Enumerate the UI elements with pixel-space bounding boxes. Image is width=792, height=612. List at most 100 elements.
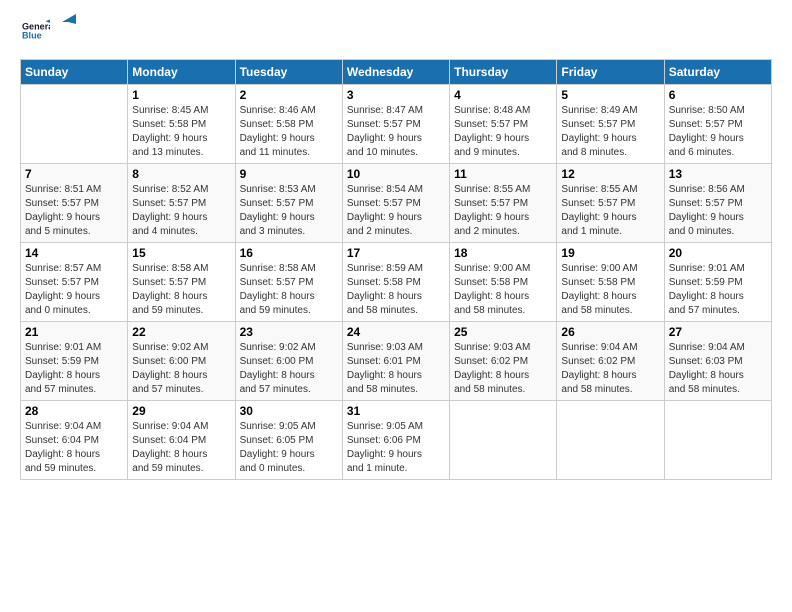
- calendar-cell: 14Sunrise: 8:57 AM Sunset: 5:57 PM Dayli…: [21, 243, 128, 322]
- calendar-week-row: 14Sunrise: 8:57 AM Sunset: 5:57 PM Dayli…: [21, 243, 772, 322]
- calendar-cell: 21 Sunrise: 9:01 AM Sunset: 5:59 PM Dayli…: [21, 322, 128, 401]
- day-number: 31: [347, 404, 445, 418]
- day-info: Sunrise: 9:04 AM Sunset: 6:04 PM Dayligh…: [25, 420, 123, 476]
- day-number: 11: [454, 167, 552, 181]
- day-info: Sunrise: 9:04 AM Sunset: 6:04 PM Dayligh…: [132, 420, 230, 476]
- day-number: 1: [132, 88, 230, 102]
- calendar-cell: 6 Sunrise: 8:50 AM Sunset: 5:57 PM Daylig…: [664, 85, 771, 164]
- day-info: Sunrise: 8:50 AM Sunset: 5:57 PM Dayligh…: [669, 104, 767, 160]
- day-info: Sunrise: 8:58 AM Sunset: 5:57 PM Dayligh…: [132, 262, 230, 318]
- calendar-cell: 10 Sunrise: 8:54 AM Sunset: 5:57 PM Dayli…: [342, 164, 449, 243]
- calendar-cell: 15 Sunrise: 8:58 AM Sunset: 5:57 PM Dayli…: [128, 243, 235, 322]
- logo-icon: General Blue: [22, 16, 50, 44]
- day-number: 9: [240, 167, 338, 181]
- header: General Blue: [20, 16, 772, 49]
- day-number: 3: [347, 88, 445, 102]
- calendar-cell: [21, 85, 128, 164]
- calendar-cell: [450, 401, 557, 480]
- day-number: 21: [25, 325, 123, 339]
- day-info: Sunrise: 9:03 AM Sunset: 6:02 PM Dayligh…: [454, 341, 552, 397]
- calendar-cell: 16Sunrise: 8:58 AM Sunset: 5:57 PM Dayli…: [235, 243, 342, 322]
- calendar-cell: 7 Sunrise: 8:51 AM Sunset: 5:57 PM Daylig…: [21, 164, 128, 243]
- day-info: Sunrise: 8:49 AM Sunset: 5:57 PM Dayligh…: [561, 104, 659, 160]
- day-info: Sunrise: 8:55 AM Sunset: 5:57 PM Dayligh…: [454, 183, 552, 239]
- day-info: Sunrise: 9:05 AM Sunset: 6:06 PM Dayligh…: [347, 420, 445, 476]
- day-number: 15: [132, 246, 230, 260]
- calendar-cell: 3Sunrise: 8:47 AM Sunset: 5:57 PM Daylig…: [342, 85, 449, 164]
- calendar-cell: 28 Sunrise: 9:04 AM Sunset: 6:04 PM Dayli…: [21, 401, 128, 480]
- calendar-cell: 11 Sunrise: 8:55 AM Sunset: 5:57 PM Dayli…: [450, 164, 557, 243]
- day-info: Sunrise: 8:45 AM Sunset: 5:58 PM Dayligh…: [132, 104, 230, 160]
- calendar-header-monday: Monday: [128, 60, 235, 85]
- day-info: Sunrise: 8:46 AM Sunset: 5:58 PM Dayligh…: [240, 104, 338, 160]
- day-info: Sunrise: 9:00 AM Sunset: 5:58 PM Dayligh…: [454, 262, 552, 318]
- calendar-cell: 12Sunrise: 8:55 AM Sunset: 5:57 PM Dayli…: [557, 164, 664, 243]
- day-info: Sunrise: 9:01 AM Sunset: 5:59 PM Dayligh…: [25, 341, 123, 397]
- calendar-header-row: SundayMondayTuesdayWednesdayThursdayFrid…: [21, 60, 772, 85]
- day-info: Sunrise: 9:03 AM Sunset: 6:01 PM Dayligh…: [347, 341, 445, 397]
- day-number: 28: [25, 404, 123, 418]
- day-number: 18: [454, 246, 552, 260]
- calendar-header-thursday: Thursday: [450, 60, 557, 85]
- day-info: Sunrise: 8:52 AM Sunset: 5:57 PM Dayligh…: [132, 183, 230, 239]
- calendar-cell: 24 Sunrise: 9:03 AM Sunset: 6:01 PM Dayli…: [342, 322, 449, 401]
- day-info: Sunrise: 8:53 AM Sunset: 5:57 PM Dayligh…: [240, 183, 338, 239]
- calendar-header-sunday: Sunday: [21, 60, 128, 85]
- day-number: 20: [669, 246, 767, 260]
- calendar-cell: 13Sunrise: 8:56 AM Sunset: 5:57 PM Dayli…: [664, 164, 771, 243]
- day-number: 16: [240, 246, 338, 260]
- day-number: 10: [347, 167, 445, 181]
- calendar-cell: 2 Sunrise: 8:46 AM Sunset: 5:58 PM Daylig…: [235, 85, 342, 164]
- day-info: Sunrise: 9:04 AM Sunset: 6:03 PM Dayligh…: [669, 341, 767, 397]
- calendar-cell: 1 Sunrise: 8:45 AM Sunset: 5:58 PM Daylig…: [128, 85, 235, 164]
- calendar-week-row: 28 Sunrise: 9:04 AM Sunset: 6:04 PM Dayli…: [21, 401, 772, 480]
- svg-text:Blue: Blue: [22, 30, 42, 40]
- day-number: 7: [25, 167, 123, 181]
- calendar-week-row: 7 Sunrise: 8:51 AM Sunset: 5:57 PM Daylig…: [21, 164, 772, 243]
- calendar-cell: 8 Sunrise: 8:52 AM Sunset: 5:57 PM Daylig…: [128, 164, 235, 243]
- page-container: General Blue SundayMondayTuesdayWe: [0, 0, 792, 612]
- calendar-cell: 26Sunrise: 9:04 AM Sunset: 6:02 PM Dayli…: [557, 322, 664, 401]
- day-number: 8: [132, 167, 230, 181]
- day-number: 17: [347, 246, 445, 260]
- calendar-cell: 5 Sunrise: 8:49 AM Sunset: 5:57 PM Daylig…: [557, 85, 664, 164]
- day-number: 4: [454, 88, 552, 102]
- calendar-cell: 25Sunrise: 9:03 AM Sunset: 6:02 PM Dayli…: [450, 322, 557, 401]
- calendar-cell: [557, 401, 664, 480]
- calendar-header-wednesday: Wednesday: [342, 60, 449, 85]
- day-info: Sunrise: 9:05 AM Sunset: 6:05 PM Dayligh…: [240, 420, 338, 476]
- day-number: 30: [240, 404, 338, 418]
- calendar-cell: 18 Sunrise: 9:00 AM Sunset: 5:58 PM Dayli…: [450, 243, 557, 322]
- day-number: 24: [347, 325, 445, 339]
- day-number: 5: [561, 88, 659, 102]
- day-info: Sunrise: 8:56 AM Sunset: 5:57 PM Dayligh…: [669, 183, 767, 239]
- day-number: 14: [25, 246, 123, 260]
- day-info: Sunrise: 9:02 AM Sunset: 6:00 PM Dayligh…: [240, 341, 338, 397]
- day-number: 6: [669, 88, 767, 102]
- calendar-header-friday: Friday: [557, 60, 664, 85]
- day-info: Sunrise: 9:04 AM Sunset: 6:02 PM Dayligh…: [561, 341, 659, 397]
- calendar-cell: 22 Sunrise: 9:02 AM Sunset: 6:00 PM Dayli…: [128, 322, 235, 401]
- calendar-cell: 27 Sunrise: 9:04 AM Sunset: 6:03 PM Dayli…: [664, 322, 771, 401]
- day-number: 22: [132, 325, 230, 339]
- calendar-cell: 9 Sunrise: 8:53 AM Sunset: 5:57 PM Daylig…: [235, 164, 342, 243]
- calendar-cell: 23Sunrise: 9:02 AM Sunset: 6:00 PM Dayli…: [235, 322, 342, 401]
- calendar-cell: 30 Sunrise: 9:05 AM Sunset: 6:05 PM Dayli…: [235, 401, 342, 480]
- calendar-week-row: 21 Sunrise: 9:01 AM Sunset: 5:59 PM Dayli…: [21, 322, 772, 401]
- calendar-table: SundayMondayTuesdayWednesdayThursdayFrid…: [20, 59, 772, 480]
- day-info: Sunrise: 8:54 AM Sunset: 5:57 PM Dayligh…: [347, 183, 445, 239]
- day-info: Sunrise: 9:01 AM Sunset: 5:59 PM Dayligh…: [669, 262, 767, 318]
- day-info: Sunrise: 9:02 AM Sunset: 6:00 PM Dayligh…: [132, 341, 230, 397]
- day-number: 27: [669, 325, 767, 339]
- calendar-cell: 29 Sunrise: 9:04 AM Sunset: 6:04 PM Dayli…: [128, 401, 235, 480]
- day-number: 2: [240, 88, 338, 102]
- day-number: 19: [561, 246, 659, 260]
- calendar-header-saturday: Saturday: [664, 60, 771, 85]
- calendar-cell: 17Sunrise: 8:59 AM Sunset: 5:58 PM Dayli…: [342, 243, 449, 322]
- logo-bird-icon: [54, 12, 76, 30]
- calendar-week-row: 1 Sunrise: 8:45 AM Sunset: 5:58 PM Daylig…: [21, 85, 772, 164]
- day-number: 29: [132, 404, 230, 418]
- day-info: Sunrise: 8:51 AM Sunset: 5:57 PM Dayligh…: [25, 183, 123, 239]
- calendar-cell: 4 Sunrise: 8:48 AM Sunset: 5:57 PM Daylig…: [450, 85, 557, 164]
- day-info: Sunrise: 8:48 AM Sunset: 5:57 PM Dayligh…: [454, 104, 552, 160]
